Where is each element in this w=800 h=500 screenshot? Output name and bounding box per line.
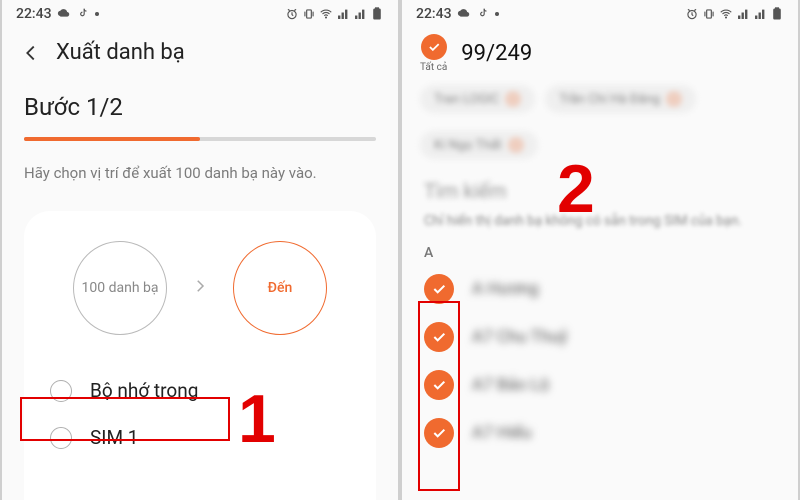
vibrate-icon bbox=[302, 7, 316, 21]
wifi-icon bbox=[319, 7, 333, 21]
select-all-label: Tất cả bbox=[420, 62, 447, 73]
list-item[interactable]: A7 Hiếu bbox=[402, 409, 798, 457]
check-icon bbox=[424, 322, 454, 352]
signal-icon bbox=[353, 7, 367, 21]
back-icon[interactable] bbox=[20, 42, 42, 64]
source-circle: 100 danh bạ bbox=[73, 241, 167, 335]
status-time: 22:43 bbox=[416, 6, 452, 22]
dot-icon bbox=[495, 12, 499, 16]
alarm-icon bbox=[285, 7, 299, 21]
instruction-text: Hãy chọn vị trí để xuất 100 danh bạ này … bbox=[24, 163, 376, 183]
option-internal-storage[interactable]: Bộ nhớ trong bbox=[42, 367, 358, 414]
chip[interactable]: Tran LOGIC bbox=[420, 85, 535, 113]
selection-count: 99/249 bbox=[461, 41, 532, 66]
radio-unchecked-icon bbox=[50, 380, 72, 402]
page-title: Xuất danh bạ bbox=[56, 40, 185, 65]
wifi-icon bbox=[719, 7, 733, 21]
screen-select-contacts: 22:43 Tất cả 99/249 Tran LOGIC bbox=[402, 0, 798, 500]
cloud-icon bbox=[457, 7, 471, 21]
status-time: 22:43 bbox=[16, 6, 52, 22]
signal-icon bbox=[753, 7, 767, 21]
list-item[interactable]: A Hương bbox=[402, 265, 798, 313]
chevron-right-icon bbox=[191, 277, 209, 299]
option-label: Bộ nhớ trong bbox=[90, 379, 198, 402]
option-sim1[interactable]: SIM 1 bbox=[42, 414, 358, 461]
remove-icon[interactable] bbox=[505, 91, 521, 107]
remove-icon[interactable] bbox=[666, 91, 682, 107]
chip[interactable]: Kí Ngọ Thất bbox=[420, 131, 538, 159]
progress-bar bbox=[24, 137, 376, 141]
vibrate-icon bbox=[702, 7, 716, 21]
signal-icon bbox=[736, 7, 750, 21]
signal-icon bbox=[336, 7, 350, 21]
check-icon bbox=[424, 274, 454, 304]
status-bar: 22:43 bbox=[402, 0, 798, 26]
remove-icon[interactable] bbox=[508, 137, 524, 153]
selected-chips: Tran LOGIC Trần Chí Hà Đăng bbox=[402, 85, 798, 123]
list-item[interactable]: A7 Bảo Lộ bbox=[402, 361, 798, 409]
check-icon bbox=[424, 370, 454, 400]
search-input[interactable]: Tìm kiếm bbox=[402, 169, 798, 213]
options-card: 100 danh bạ Đến Bộ nhớ trong SIM 1 bbox=[24, 211, 376, 500]
battery-icon bbox=[370, 7, 384, 21]
alarm-icon bbox=[685, 7, 699, 21]
step-label: Bước 1/2 bbox=[24, 93, 376, 121]
filter-note: Chỉ hiển thị danh bạ không có sẵn trong … bbox=[402, 213, 798, 239]
status-bar: 22:43 bbox=[2, 0, 398, 26]
radio-unchecked-icon bbox=[50, 427, 72, 449]
option-label: SIM 1 bbox=[90, 426, 138, 449]
dot-icon bbox=[95, 12, 99, 16]
check-icon bbox=[421, 34, 447, 60]
battery-icon bbox=[770, 7, 784, 21]
screen-export-step1: 22:43 Xuất danh bạ Bước 1/2 bbox=[2, 0, 398, 500]
check-icon bbox=[424, 418, 454, 448]
section-header: A bbox=[402, 239, 798, 265]
select-all-toggle[interactable]: Tất cả bbox=[420, 34, 447, 73]
tiktok-icon bbox=[76, 7, 90, 21]
destination-circle[interactable]: Đến bbox=[233, 241, 327, 335]
chip[interactable]: Trần Chí Hà Đăng bbox=[545, 85, 696, 113]
cloud-icon bbox=[57, 7, 71, 21]
tiktok-icon bbox=[476, 7, 490, 21]
list-item[interactable]: A7 Chu Thuỷ bbox=[402, 313, 798, 361]
